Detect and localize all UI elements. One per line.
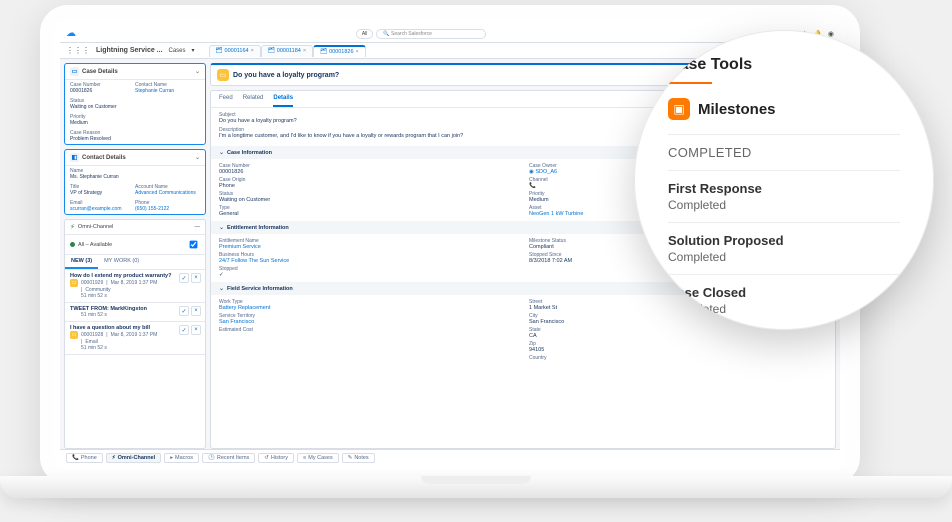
decline-button[interactable]: ×: [191, 306, 201, 316]
global-header: ☁ All 🔍 Search Salesforce ★ + ? ⚙ 🔔 ◉: [60, 25, 840, 43]
decline-button[interactable]: ×: [191, 273, 201, 283]
workspace-tab-3[interactable]: 🗂00001826×: [313, 45, 366, 57]
work-type-link[interactable]: Battery Replacement: [219, 305, 517, 311]
accept-button[interactable]: ✓: [179, 273, 189, 283]
minimize-icon[interactable]: —: [195, 224, 201, 230]
utility-notes[interactable]: ✎Notes: [342, 453, 375, 463]
record-title: Do you have a loyalty program?: [233, 72, 339, 79]
work-item[interactable]: How do I extend my product warranty? ▭00…: [65, 270, 205, 303]
case-icon: ▭: [70, 279, 78, 287]
case-icon: 🗂: [320, 49, 327, 55]
close-icon[interactable]: ×: [356, 49, 359, 55]
utility-mycases[interactable]: ≡My Cases: [297, 453, 339, 463]
case-icon: 🗂: [268, 48, 275, 54]
nav-object-cases[interactable]: Cases: [169, 48, 186, 54]
decline-button[interactable]: ×: [191, 325, 201, 335]
omni-icon: ⚡︎: [112, 455, 116, 461]
contact-icon: ◧: [70, 153, 79, 162]
status-dot-icon: [70, 242, 75, 247]
utility-history[interactable]: ↺History: [258, 453, 294, 463]
accent-underline: [668, 82, 712, 84]
territory-link[interactable]: San Francisco: [219, 319, 517, 325]
global-search-input[interactable]: 🔍 Search Salesforce: [376, 29, 486, 39]
phone-link[interactable]: (650) 155-2122: [135, 206, 200, 212]
business-hours-link[interactable]: 24/7 Follow The Sun Service: [219, 258, 517, 264]
search-scope[interactable]: All: [356, 29, 374, 39]
zoom-callout: Case Tools ▣ Milestones COMPLETED First …: [634, 30, 934, 330]
case-icon: ▭: [70, 67, 79, 76]
close-icon[interactable]: ×: [303, 48, 306, 54]
list-icon: ≡: [303, 455, 306, 461]
app-name: Lightning Service ...: [96, 47, 163, 54]
omni-tab-new[interactable]: NEW (3): [65, 255, 98, 269]
accept-button[interactable]: ✓: [179, 325, 189, 335]
clock-icon: 🕑: [208, 455, 215, 461]
macros-icon: ▸: [170, 455, 173, 461]
case-tools-title: Case Tools: [668, 56, 900, 74]
entitlement-link[interactable]: Premium Service: [219, 244, 517, 250]
salesforce-logo-icon[interactable]: ☁: [66, 28, 76, 39]
work-item[interactable]: TWEET FROM: MarkKingston 51 min 52 s ✓×: [65, 303, 205, 322]
milestone-row: First Response Completed: [668, 170, 900, 222]
case-icon: ▭: [70, 331, 78, 339]
utility-phone[interactable]: 📞Phone: [66, 453, 103, 463]
omni-icon: ⚡︎: [70, 223, 75, 231]
chevron-down-icon[interactable]: ⌄: [195, 68, 200, 75]
utility-bar: 📞Phone ⚡︎Omni-Channel ▸Macros 🕑Recent It…: [60, 449, 840, 465]
avatar-icon: ◉: [529, 169, 534, 175]
nav-caret-icon[interactable]: ▾: [192, 47, 195, 54]
work-item[interactable]: I have a question about my bill ▭0000192…: [65, 322, 205, 355]
history-icon: ↺: [264, 455, 269, 461]
account-link[interactable]: Advanced Communications: [135, 190, 200, 196]
card-title: Case Details: [82, 69, 118, 75]
tab-feed[interactable]: Feed: [219, 95, 233, 107]
milestones-icon: ▣: [668, 98, 690, 120]
tab-details[interactable]: Details: [273, 95, 293, 107]
milestones-heading: Milestones: [698, 101, 776, 118]
phone-icon: 📞: [529, 183, 536, 189]
contact-link[interactable]: Stephanie Curran: [135, 88, 200, 94]
utility-macros[interactable]: ▸Macros: [164, 453, 199, 463]
app-launcher-icon[interactable]: ⋮⋮⋮: [66, 46, 90, 55]
close-icon[interactable]: ×: [251, 48, 254, 54]
workspace-tab-1[interactable]: 🗂00001164×: [209, 45, 261, 57]
workspace-tab-2[interactable]: 🗂00001184×: [261, 45, 313, 57]
status-toggle[interactable]: [190, 241, 198, 249]
milestone-row: Solution Proposed Completed: [668, 222, 900, 274]
tab-related[interactable]: Related: [243, 95, 264, 107]
contact-details-card: ◧Contact Details⌄ NameMs. Stephanie Curr…: [64, 149, 206, 215]
case-details-card: ▭Case Details⌄ Case Number00001826Contac…: [64, 63, 206, 145]
accept-button[interactable]: ✓: [179, 306, 189, 316]
omni-tab-mywork[interactable]: MY WORK (0): [98, 255, 145, 269]
utility-omni[interactable]: ⚡︎Omni-Channel: [106, 453, 161, 463]
omni-status-selector[interactable]: All – Available: [65, 235, 205, 255]
milestone-group-label: COMPLETED: [668, 145, 900, 160]
email-link[interactable]: scurran@example.com: [70, 206, 135, 212]
utility-recent[interactable]: 🕑Recent Items: [202, 453, 255, 463]
notes-icon: ✎: [348, 455, 353, 461]
case-icon: 🗂: [216, 48, 223, 54]
card-title: Contact Details: [82, 155, 126, 161]
phone-icon: 📞: [72, 455, 79, 461]
chevron-down-icon[interactable]: ⌄: [195, 154, 200, 161]
omni-channel-panel: ⚡︎Omni-Channel— All – Available NEW (3) …: [64, 219, 206, 449]
case-icon: ▭: [217, 69, 229, 81]
